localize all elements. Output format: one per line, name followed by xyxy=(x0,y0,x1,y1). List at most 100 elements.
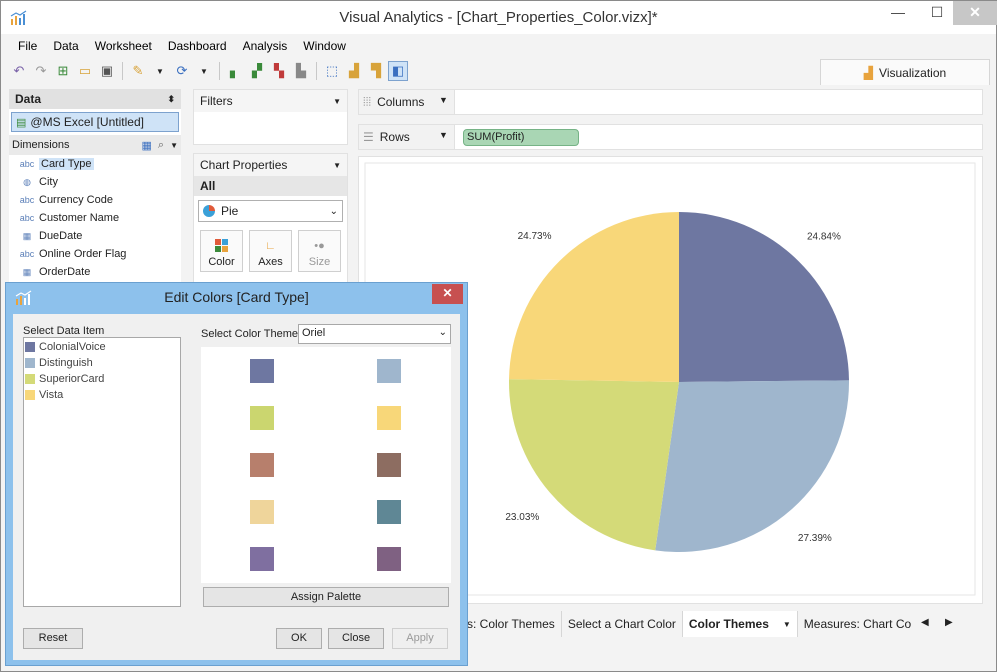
dimensions-header: Dimensions ▦ ⌕ ▼ xyxy=(9,135,181,155)
maximize-button[interactable]: ☐ xyxy=(923,1,951,25)
chevron-down-icon[interactable]: ▼ xyxy=(170,141,178,150)
menu-window[interactable]: Window xyxy=(295,37,354,57)
assign-palette-button[interactable]: Assign Palette xyxy=(203,587,449,607)
dimension-label: OrderDate xyxy=(39,266,91,278)
datasource-item[interactable]: ▤ @MS Excel [Untitled] xyxy=(11,112,179,132)
data-item[interactable]: Vista xyxy=(25,387,179,403)
open-folder-icon[interactable]: ▭ xyxy=(75,61,95,81)
dropdown-arrow-icon[interactable]: ▼ xyxy=(150,61,170,81)
palette-color-swatch[interactable] xyxy=(377,453,401,477)
highlight-icon[interactable]: ✎ xyxy=(128,61,148,81)
text-type-icon: abc xyxy=(19,249,35,259)
scroll-tabs-left-icon[interactable]: ◀ xyxy=(921,617,929,628)
menu-file[interactable]: File xyxy=(10,37,45,57)
data-pane-header: Data ⬍ xyxy=(9,89,181,109)
swap-axes-icon[interactable]: ▙ xyxy=(291,61,311,81)
palette-color-swatch[interactable] xyxy=(377,406,401,430)
excel-icon: ▤ xyxy=(16,116,27,129)
pie-slice[interactable] xyxy=(509,379,679,551)
menu-data[interactable]: Data xyxy=(45,37,86,57)
data-item[interactable]: Distinguish xyxy=(25,355,179,371)
chart-type-select[interactable]: Pie ⌄ xyxy=(198,200,343,222)
duplicate-chart-icon[interactable]: ▞ xyxy=(247,61,267,81)
chevron-down-icon[interactable]: ▼ xyxy=(439,130,448,140)
sheet-tab-measures-chart-color[interactable]: Measures: Chart Color xyxy=(798,611,911,637)
sheet-tab-color-themes-truncated[interactable]: s: Color Themes xyxy=(461,611,562,637)
palette-color-swatch[interactable] xyxy=(250,359,274,383)
minimize-button[interactable]: — xyxy=(884,1,912,25)
dropdown-arrow-icon[interactable]: ▼ xyxy=(194,61,214,81)
dimension-item[interactable]: abc Card Type xyxy=(19,155,181,173)
dialog-close-button[interactable]: ✕ xyxy=(432,284,463,304)
chevron-down-icon[interactable]: ▼ xyxy=(439,95,448,105)
rows-pill[interactable]: SUM(Profit) xyxy=(463,129,579,146)
dimension-item[interactable]: ◍ City xyxy=(19,173,181,191)
chevron-down-icon[interactable]: ▼ xyxy=(333,161,341,170)
menu-dashboard[interactable]: Dashboard xyxy=(160,37,235,57)
ok-button[interactable]: OK xyxy=(276,628,322,649)
sort-descending-icon[interactable]: ▜ xyxy=(366,61,386,81)
rows-shelf[interactable]: ☰ Rows ▼ SUM(Profit) xyxy=(358,124,983,150)
palette-color-swatch[interactable] xyxy=(250,500,274,524)
sort-ascending-icon[interactable]: ▟ xyxy=(344,61,364,81)
dimension-item[interactable]: abc Customer Name xyxy=(19,209,181,227)
sheet-tabs: s: Color Themes Select a Chart Color Col… xyxy=(461,611,911,637)
clear-chart-icon[interactable]: ▚ xyxy=(269,61,289,81)
chart-properties-pane: Chart Properties ▼ All Pie ⌄ Color ∟ Axe… xyxy=(193,153,348,293)
dimension-item[interactable]: ▦ OrderDate xyxy=(19,263,181,281)
columns-icon: ⦙⦙⦙ xyxy=(363,94,372,109)
reset-button[interactable]: Reset xyxy=(23,628,83,649)
visualization-tab[interactable]: ▟ Visualization xyxy=(820,59,990,85)
apply-button[interactable]: Apply xyxy=(392,628,448,649)
pie-slice[interactable] xyxy=(655,380,849,552)
data-item[interactable]: ColonialVoice xyxy=(25,339,179,355)
search-icon[interactable]: ⌕ xyxy=(158,139,164,152)
pie-slice-label: 24.84% xyxy=(807,232,841,243)
undo-icon[interactable]: ↶ xyxy=(9,61,29,81)
save-icon[interactable]: ▣ xyxy=(97,61,117,81)
dimension-item[interactable]: abc Online Order Flag xyxy=(19,245,181,263)
dialog-title: Edit Colors [Card Type] xyxy=(164,289,309,305)
toolbar-divider xyxy=(219,62,220,80)
sheet-tab-color-themes[interactable]: Color Themes ▼ xyxy=(682,611,798,637)
size-button[interactable]: •● Size xyxy=(298,230,341,272)
toolbar-divider xyxy=(122,62,123,80)
color-button[interactable]: Color xyxy=(200,230,243,272)
new-sheet-icon[interactable]: ⊞ xyxy=(53,61,73,81)
close-button[interactable]: Close xyxy=(328,628,384,649)
toolbar-divider xyxy=(316,62,317,80)
data-pane: Data ⬍ ▤ @MS Excel [Untitled] Dimensions… xyxy=(9,89,181,289)
menu-worksheet[interactable]: Worksheet xyxy=(87,37,160,57)
chevron-down-icon[interactable]: ▼ xyxy=(783,620,791,629)
palette-color-swatch[interactable] xyxy=(377,500,401,524)
add-chart-icon[interactable]: ▖ xyxy=(225,61,245,81)
refresh-icon[interactable]: ⟳ xyxy=(172,61,192,81)
redo-icon[interactable]: ↷ xyxy=(31,61,51,81)
palette-color-swatch[interactable] xyxy=(250,547,274,571)
selection-icon[interactable]: ⬚ xyxy=(322,61,342,81)
table-view-icon[interactable]: ▦ xyxy=(142,139,152,152)
dimension-label: Customer Name xyxy=(39,212,120,224)
pie-slice-label: 24.73% xyxy=(518,231,552,242)
scroll-tabs-right-icon[interactable]: ▶ xyxy=(945,617,953,628)
sort-toggle-icon[interactable]: ⬍ xyxy=(167,94,175,105)
title-bar: Visual Analytics - [Chart_Properties_Col… xyxy=(1,1,997,34)
menu-analysis[interactable]: Analysis xyxy=(235,37,296,57)
palette-color-swatch[interactable] xyxy=(250,453,274,477)
palette-color-swatch[interactable] xyxy=(377,359,401,383)
chevron-down-icon[interactable]: ▼ xyxy=(333,97,341,106)
axes-button[interactable]: ∟ Axes xyxy=(249,230,292,272)
dimension-item[interactable]: ▦ DueDate xyxy=(19,227,181,245)
select-data-item-label: Select Data Item xyxy=(23,325,105,337)
columns-shelf[interactable]: ⦙⦙⦙ Columns ▼ xyxy=(358,89,983,115)
axes-button-label: Axes xyxy=(258,256,283,268)
data-item[interactable]: SuperiorCard xyxy=(25,371,179,387)
palette-color-swatch[interactable] xyxy=(250,406,274,430)
chart-type-value: Pie xyxy=(221,204,239,218)
show-me-icon[interactable]: ◧ xyxy=(388,61,408,81)
sheet-tab-select-chart-color[interactable]: Select a Chart Color xyxy=(562,611,683,637)
color-theme-select[interactable]: Oriel ⌄ xyxy=(298,324,451,344)
dimension-item[interactable]: abc Currency Code xyxy=(19,191,181,209)
palette-color-swatch[interactable] xyxy=(377,547,401,571)
close-window-button[interactable]: ✕ xyxy=(953,1,997,25)
